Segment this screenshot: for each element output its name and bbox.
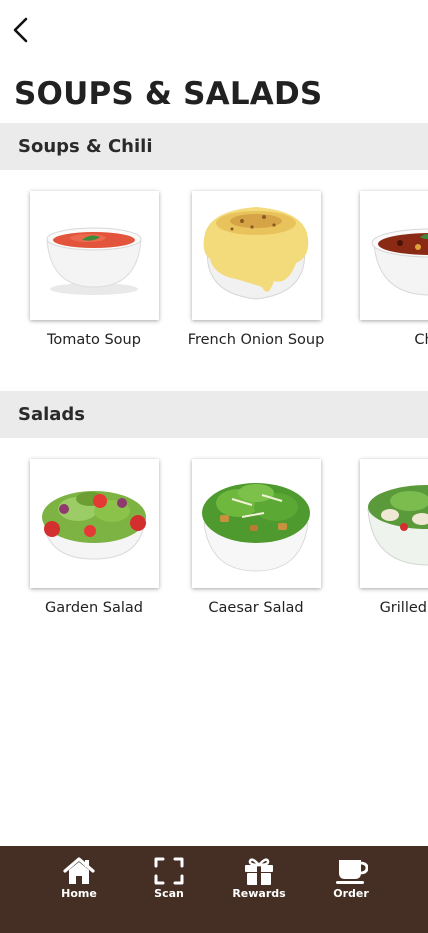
section-header-salads: Salads (0, 391, 428, 438)
grilled-chicken-salad-image (359, 459, 428, 588)
menu-item-label: Tomato Soup (47, 332, 141, 348)
section-header-soups-chili: Soups & Chili (0, 123, 428, 170)
chili-image (359, 191, 428, 320)
page-title: SOUPS & SALADS (14, 76, 323, 112)
coffee-cup-icon (336, 860, 368, 884)
tomato-soup-image (29, 191, 159, 320)
menu-item-label: Grilled C Sal (379, 600, 428, 616)
menu-item-label: French Onion Soup (187, 332, 325, 348)
menu-item-chili[interactable]: Ch (344, 191, 428, 350)
menu-item-grilled-chicken-salad[interactable]: Grilled C Sal (344, 459, 428, 618)
garden-salad-image (29, 459, 159, 588)
nav-scan-button[interactable]: Scan (134, 856, 204, 900)
menu-item-french-onion-soup[interactable]: French Onion Soup (176, 191, 336, 350)
nav-label: Rewards (232, 887, 286, 900)
menu-item-garden-salad[interactable]: Garden Salad (14, 459, 174, 618)
menu-item-tomato-soup[interactable]: Tomato Soup (14, 191, 174, 350)
menu-item-label: Garden Salad (45, 600, 143, 616)
scan-icon (154, 857, 184, 885)
gift-icon (245, 858, 273, 885)
nav-label: Scan (154, 887, 184, 900)
chevron-left-icon (13, 17, 28, 43)
nav-order-button[interactable]: Order (316, 856, 386, 900)
menu-item-label: Caesar Salad (208, 600, 304, 616)
nav-label: Home (61, 887, 97, 900)
soups-carousel[interactable]: Tomato Soup French Onion Soup C (0, 170, 428, 370)
salads-carousel[interactable]: Garden Salad Caesar Salad Grilled (0, 438, 428, 638)
caesar-salad-image (191, 459, 321, 588)
nav-rewards-button[interactable]: Rewards (224, 856, 294, 900)
menu-item-caesar-salad[interactable]: Caesar Salad (176, 459, 336, 618)
nav-home-button[interactable]: Home (44, 856, 114, 900)
home-icon (63, 857, 95, 884)
french-onion-soup-image (191, 191, 321, 320)
back-button[interactable] (8, 14, 34, 46)
nav-label: Order (333, 887, 369, 900)
bottom-nav-bar: Home Scan Rewards Order (0, 846, 428, 933)
menu-item-label: Ch (414, 332, 428, 348)
